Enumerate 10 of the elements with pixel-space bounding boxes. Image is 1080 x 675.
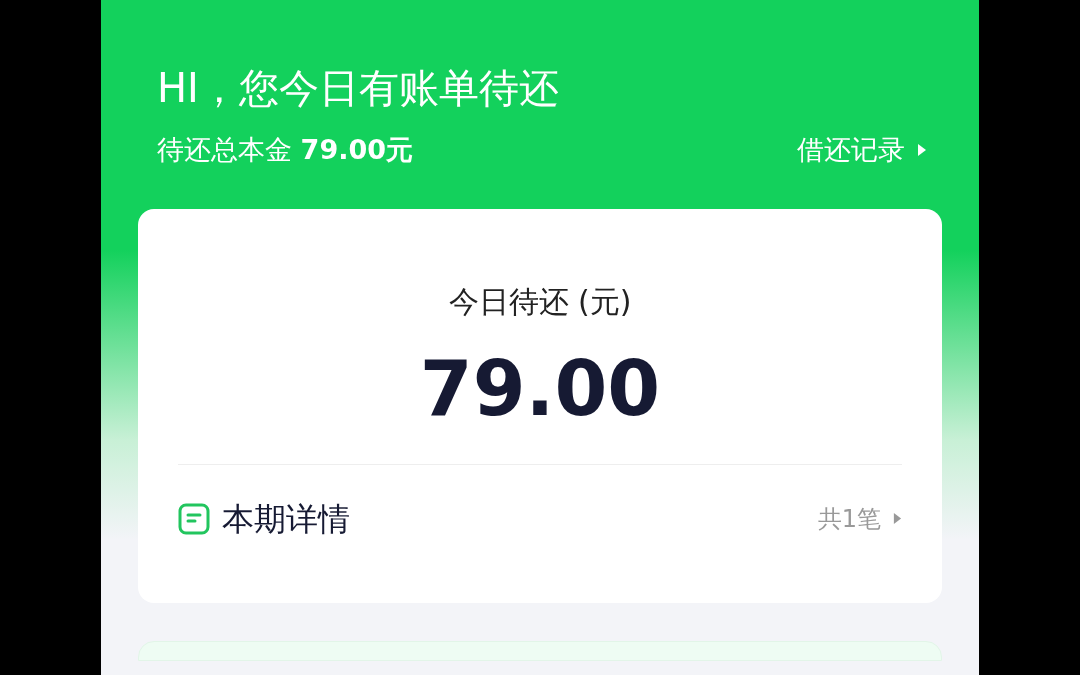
greeting-title: HI，您今日有账单待还 (157, 64, 560, 113)
amount: 79.00 (419, 343, 661, 434)
principal-summary: 待还总本金 79.00元 (157, 133, 413, 167)
document-icon (178, 502, 210, 535)
detail-label: 本期详情 (222, 498, 350, 540)
item-count: 共1笔 (817, 503, 881, 535)
detail-row[interactable]: 本期详情 共1笔 (178, 494, 902, 543)
caret-icon (893, 513, 902, 524)
caret-icon (917, 144, 927, 157)
card-title: 今日待还 (元) (448, 282, 632, 321)
